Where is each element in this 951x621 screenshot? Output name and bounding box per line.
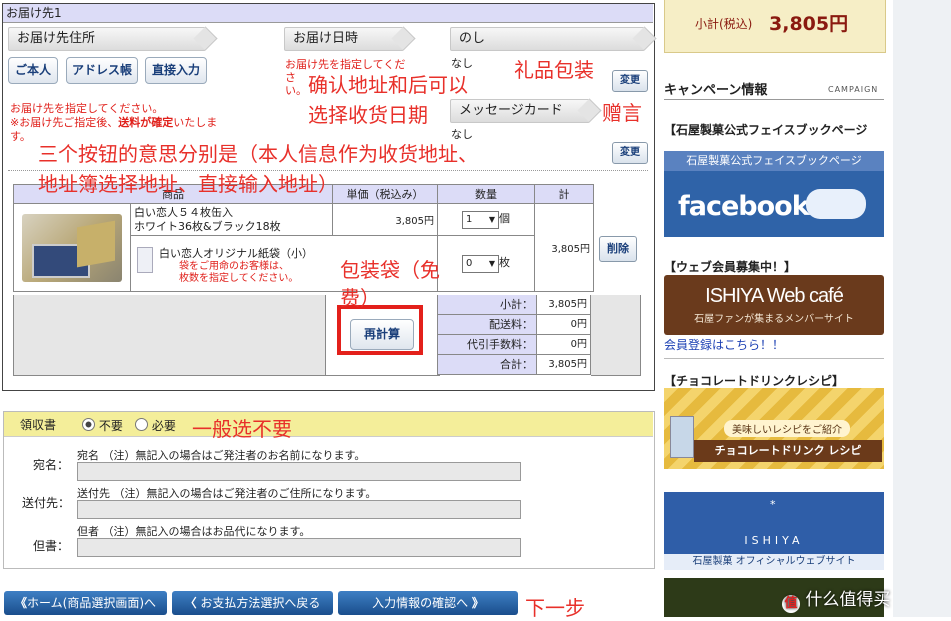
cart-table: 商品 単価（税込み） 数量 計 白い恋人５４枚缶入 ホワイト36枚&ブラック18… xyxy=(13,184,640,292)
address-note: お届け先を指定してください。 ※お届け先ご指定後、送料が確定いたしま す。 xyxy=(10,102,218,143)
summary-row: 代引手数料： 0円 xyxy=(437,335,591,355)
noshi-value: なし xyxy=(451,57,473,70)
summary-row: 配送料： 0円 xyxy=(437,315,591,335)
radio-unchecked-icon xyxy=(135,418,148,431)
annotation-date: 确认地址和后可以 选择收货日期 xyxy=(308,73,468,127)
page-gutter xyxy=(893,0,951,617)
member-link[interactable]: 会員登録はこちら！！ xyxy=(664,336,784,353)
facebook-logo: facebook xyxy=(678,191,810,222)
receipt-memo-label: 但書： xyxy=(33,539,70,553)
member-rule xyxy=(664,358,884,359)
item1-qty-select[interactable]: 1 ▼ xyxy=(462,211,499,229)
receipt-title: 領収書 xyxy=(20,418,57,432)
summary-block: 小計： 3,805円 配送料： 0円 代引手数料： 0円 合計： 3,805円 xyxy=(437,295,591,375)
star-icon: * xyxy=(770,498,776,511)
message-card-change-button[interactable]: 変更 xyxy=(612,142,648,164)
choco-heading: 【チョコレートドリンクレシピ】 xyxy=(664,374,845,388)
double-chevron-left-icon: 《 xyxy=(14,596,27,610)
fb-heading: 【石屋製菓公式フェイスブックページ xyxy=(664,123,868,137)
ishiya-caption: 石屋製菓 オフィシャルウェブサイト xyxy=(664,554,884,570)
item1-qty-cell: 1 ▼ 個 xyxy=(437,203,535,236)
ishiya-banner[interactable]: * ISHIYA 石屋製菓 オフィシャルウェブサイト xyxy=(664,492,884,570)
summary-row: 合計： 3,805円 xyxy=(437,355,591,375)
step-noshi: のし xyxy=(450,27,645,51)
annotation-buttons: 三个按钮的意思分别是（本人信息作为收货地址、 地址簿选择地址、直接输入地址） xyxy=(38,142,478,196)
delete-button[interactable]: 削除 xyxy=(599,236,637,262)
receipt-name-input[interactable] xyxy=(77,462,521,481)
fb-cloud-icon xyxy=(806,189,866,219)
annotation-message: 赠言 xyxy=(602,101,642,125)
campaign-title: キャンペーン情報 xyxy=(664,83,768,98)
bag-note: 袋をご用命のお客様は、 枚数を指定してください。 xyxy=(179,260,299,284)
choco-tag: 美味しいレシピをご紹介 xyxy=(724,420,850,437)
item-total: 3,805円 xyxy=(534,203,594,292)
campaign-rule xyxy=(664,99,884,100)
receipt-no-radio[interactable]: 不要 xyxy=(82,417,123,434)
delivery-header: お届け先1 xyxy=(3,4,653,23)
radio-checked-icon xyxy=(82,418,95,431)
item1-name: 白い恋人５４枚缶入 ホワイト36枚&ブラック18枚 xyxy=(130,203,333,236)
chevron-down-icon: ▼ xyxy=(488,259,495,268)
watermark: 值 什么值得买 xyxy=(782,585,890,613)
receipt-sender-input[interactable] xyxy=(77,500,521,519)
chevron-down-icon: ▼ xyxy=(488,215,495,224)
annotation-receipt: 一般选不要 xyxy=(192,417,292,441)
table-right-gap xyxy=(591,295,641,376)
bag-qty-cell: 0 ▼ 枚 xyxy=(437,235,535,292)
receipt-memo-note: 但者 （注）無記入の場合はお品代になります。 xyxy=(77,525,311,538)
member-logo: ISHIYA Web café xyxy=(705,285,844,307)
receipt-name-label: 宛名： xyxy=(33,458,70,472)
next-button[interactable]: 入力情報の確認へ 》 xyxy=(338,591,518,615)
recalc-button[interactable]: 再計算 xyxy=(350,319,414,350)
step-datetime: お届け日時 xyxy=(284,27,404,51)
summary-row: 小計： 3,805円 xyxy=(437,295,591,315)
receipt-sender-label: 送付先： xyxy=(22,496,71,510)
product-image-cell xyxy=(13,203,131,292)
annotation-bag: 包装袋（免 费） xyxy=(340,258,440,310)
chevron-left-icon: 〈 xyxy=(184,596,197,610)
noshi-change-button[interactable]: 変更 xyxy=(612,70,648,92)
paper-bag-icon xyxy=(137,246,153,273)
subtotal-box: 小計(税込) 3,805円 xyxy=(664,0,886,53)
col-total: 計 xyxy=(534,184,594,204)
receipt-sender-note: 送付先 （注）無記入の場合はご発注者のご住所になります。 xyxy=(77,487,377,500)
back-button[interactable]: 〈 お支払方法選択へ戻る xyxy=(172,591,333,615)
subtotal-value: 3,805円 xyxy=(769,13,849,35)
item1-price: 3,805円 xyxy=(332,203,438,236)
choco-title: チョコレートドリンク レシピ xyxy=(694,440,882,462)
step-address: お届け先住所 xyxy=(8,27,206,51)
ishiya-logo: ISHIYA xyxy=(744,534,804,547)
message-card-step: メッセージカード xyxy=(450,99,590,123)
self-address-button[interactable]: ご本人 xyxy=(8,57,58,84)
home-button[interactable]: 《ホーム(商品選択画面)へ xyxy=(4,591,167,615)
fb-banner-title: 石屋製菓公式フェイスブックページ xyxy=(664,151,884,171)
annotation-gift: 礼品包装 xyxy=(514,58,594,82)
fb-banner[interactable]: 石屋製菓公式フェイスブックページ facebook xyxy=(664,151,884,237)
receipt-name-note: 宛名 （注）無記入の場合はご発注者のお名前になります。 xyxy=(77,449,366,462)
product-image xyxy=(22,213,122,282)
direct-input-button[interactable]: 直接入力 xyxy=(145,57,207,84)
member-heading: 【ウェブ会員募集中！】 xyxy=(664,260,797,274)
choco-banner[interactable]: 美味しいレシピをご紹介 チョコレートドリンク レシピ xyxy=(664,388,884,469)
delivery-title: お届け先1 xyxy=(6,6,62,20)
bag-name: 白い恋人オリジナル紙袋（小） xyxy=(159,246,313,260)
watermark-logo-icon: 值 xyxy=(782,595,800,613)
member-banner[interactable]: ISHIYA Web café 石屋ファンが集まるメンバーサイト xyxy=(664,275,884,335)
member-sub: 石屋ファンが集まるメンバーサイト xyxy=(694,314,854,325)
choco-can-icon xyxy=(670,416,694,458)
bag-qty-select[interactable]: 0 ▼ xyxy=(462,255,499,273)
receipt-memo-input[interactable] xyxy=(77,538,521,557)
campaign-en: CAMPAIGN xyxy=(828,85,879,94)
address-book-button[interactable]: アドレス帳 xyxy=(66,57,138,84)
subtotal-label: 小計(税込) xyxy=(695,17,753,31)
receipt-yes-radio[interactable]: 必要 xyxy=(135,417,176,434)
double-chevron-right-icon: 》 xyxy=(471,596,484,610)
